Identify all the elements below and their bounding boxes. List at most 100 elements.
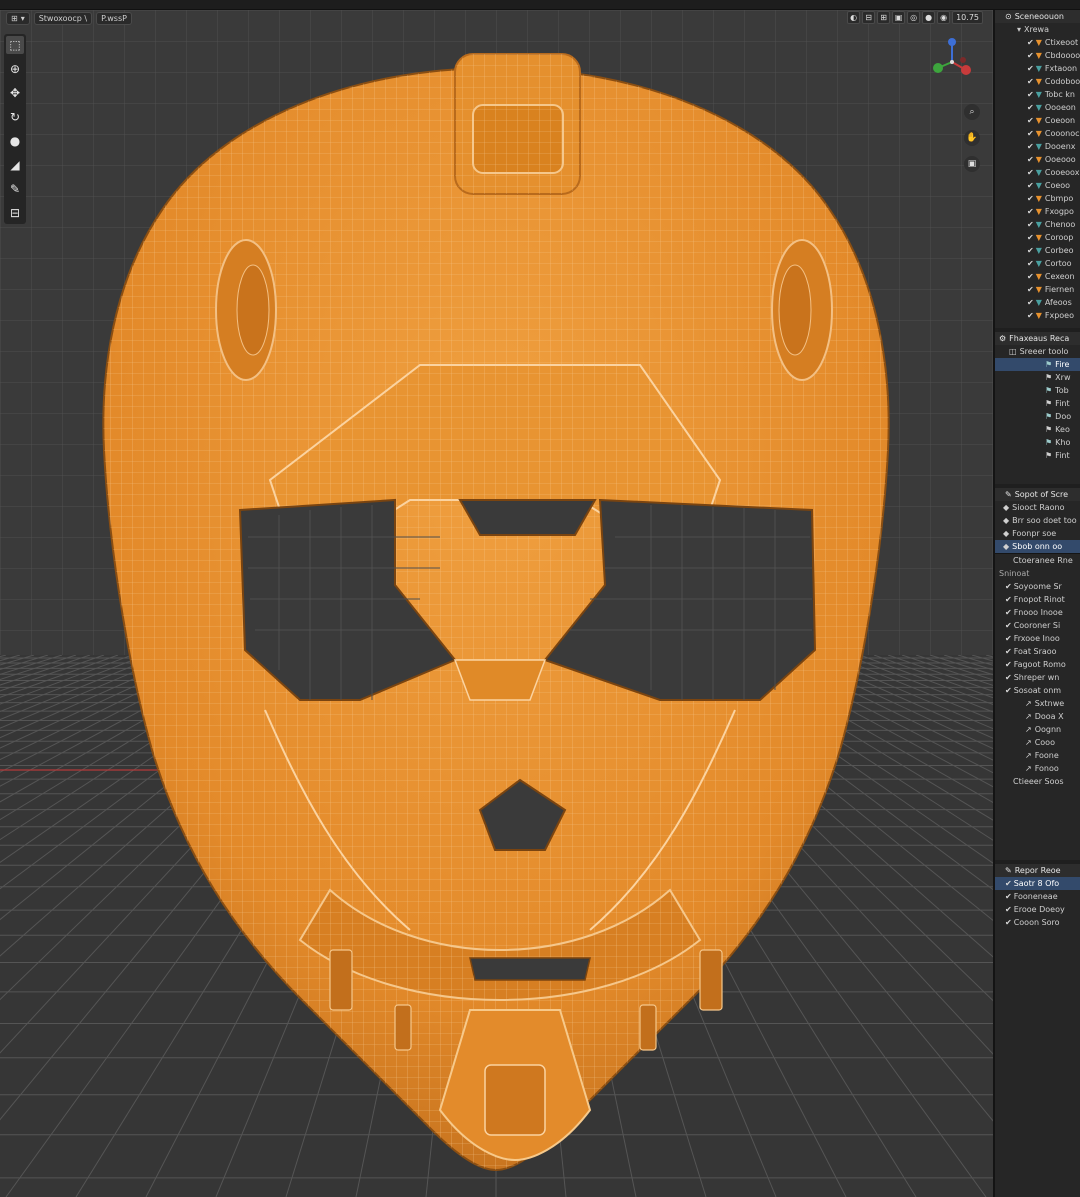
modifier-entry[interactable]: ✔ Frxooe Inoo <box>995 632 1080 645</box>
outliner-item[interactable]: ✔ ▼ Tobc kn <box>995 88 1080 101</box>
modifier-sub-entry[interactable]: ↗ Sxtnwe <box>995 697 1080 710</box>
wireframe-shading-icon[interactable]: ◎ <box>907 11 921 24</box>
outliner-item[interactable]: ✔ ▼ Coeoon <box>995 114 1080 127</box>
material-check-icon[interactable]: ✔ <box>1005 918 1012 927</box>
visibility-check-icon[interactable]: ✔ <box>1027 168 1034 177</box>
modifier-enable-check-icon[interactable]: ✔ <box>1005 608 1012 617</box>
visibility-check-icon[interactable]: ✔ <box>1027 259 1034 268</box>
visibility-check-icon[interactable]: ✔ <box>1027 311 1034 320</box>
material-item[interactable]: ✔ Saotr 8 Ofo <box>995 877 1080 890</box>
select-box-icon[interactable]: ⬚ <box>6 36 24 54</box>
modifier-entry[interactable]: ✔ Soyoome Sr <box>995 580 1080 593</box>
outliner-item[interactable]: ✔ ▼ Cooeoox <box>995 166 1080 179</box>
outliner-item[interactable]: ✔ ▼ Ooeooo <box>995 153 1080 166</box>
visibility-check-icon[interactable]: ✔ <box>1027 155 1034 164</box>
outliner-item[interactable]: ✔ ▼ Afeoos <box>995 296 1080 309</box>
camera-icon[interactable]: ▣ <box>964 156 980 172</box>
outliner-item[interactable]: ✔ ▼ Coeoo <box>995 179 1080 192</box>
modifier-entry[interactable]: ✔ Foat Sraoo <box>995 645 1080 658</box>
outliner-collection[interactable]: ▾ Xrewa <box>995 23 1080 36</box>
modifier-sub-entry[interactable]: ↗ Fonoo <box>995 762 1080 775</box>
modifier-entry[interactable]: ✔ Fnooo Inooe <box>995 606 1080 619</box>
solid-shading-icon[interactable]: ● <box>922 11 936 24</box>
measure-icon[interactable]: ⊟ <box>6 204 24 222</box>
modifier-enable-check-icon[interactable]: ✔ <box>1005 660 1012 669</box>
3d-viewport[interactable]: ⊞ ▾ Stwoxoocp \ P.wssP ◐ ⊟ ⊞ ▣ ◎ ● ◉ 10.… <box>0 10 993 1197</box>
outliner-item[interactable]: ✔ ▼ Oooeon <box>995 101 1080 114</box>
modifier-sub-entry[interactable]: ↗ Oognn <box>995 723 1080 736</box>
modifier-entry[interactable]: ✔ Fnopot Rinot <box>995 593 1080 606</box>
modifier-sub-entry[interactable]: ↗ Foone <box>995 749 1080 762</box>
move-icon[interactable]: ✥ <box>6 84 24 102</box>
view-menu[interactable]: P.wssP <box>96 11 132 25</box>
modifier-enable-check-icon[interactable]: ✔ <box>1005 634 1012 643</box>
material-shading-icon[interactable]: ◉ <box>937 11 951 24</box>
modifier-sub-entry[interactable]: ↗ Dooa X <box>995 710 1080 723</box>
modifier-row[interactable]: ◆ Brr soo doet too <box>995 514 1080 527</box>
modifier-row[interactable]: ◆ Sbob onn oo <box>995 540 1080 553</box>
outliner-item[interactable]: ✔ ▼ Fxtaoon <box>995 62 1080 75</box>
modifier-enable-check-icon[interactable]: ✔ <box>1005 621 1012 630</box>
visibility-check-icon[interactable]: ✔ <box>1027 298 1034 307</box>
visibility-check-icon[interactable]: ✔ <box>1027 285 1034 294</box>
visibility-check-icon[interactable]: ✔ <box>1027 77 1034 86</box>
editor-type-dropdown[interactable]: ⊞ ▾ <box>6 11 30 25</box>
properties-item[interactable]: ⚑ Fint <box>995 397 1080 410</box>
outliner-item[interactable]: ✔ ▼ Cexeon <box>995 270 1080 283</box>
properties-item[interactable]: ⚑ Fire <box>995 358 1080 371</box>
visibility-check-icon[interactable]: ✔ <box>1027 64 1034 73</box>
modifier-entry[interactable]: ✔ Fagoot Romo <box>995 658 1080 671</box>
scale-icon[interactable]: ● <box>6 132 24 150</box>
modifier-entry[interactable]: ✔ Shreper wn <box>995 671 1080 684</box>
outliner-item[interactable]: ✔ ▼ Coroop <box>995 231 1080 244</box>
visibility-check-icon[interactable]: ✔ <box>1027 220 1034 229</box>
material-item[interactable]: ✔ Cooon Soro <box>995 916 1080 929</box>
visibility-check-icon[interactable]: ✔ <box>1027 116 1034 125</box>
modifier-enable-check-icon[interactable]: ✔ <box>1005 686 1012 695</box>
modifier-enable-check-icon[interactable]: ✔ <box>1005 595 1012 604</box>
outliner-item[interactable]: ✔ ▼ Fxogpo <box>995 205 1080 218</box>
rotate-icon[interactable]: ↻ <box>6 108 24 126</box>
zoom-icon[interactable]: ⌕ <box>964 104 980 120</box>
visibility-check-icon[interactable]: ✔ <box>1027 38 1034 47</box>
modifier-sub-entry[interactable]: ↗ Cooo <box>995 736 1080 749</box>
material-item[interactable]: ✔ Fooneneae <box>995 890 1080 903</box>
material-check-icon[interactable]: ✔ <box>1005 892 1012 901</box>
properties-item[interactable]: ⚑ Keo <box>995 423 1080 436</box>
visibility-check-icon[interactable]: ✔ <box>1027 181 1034 190</box>
outliner-item[interactable]: ✔ ▼ Ctixeoot <box>995 36 1080 49</box>
pan-hand-icon[interactable]: ✋ <box>964 130 980 146</box>
modifier-entry[interactable]: ✔ Cooroner Si <box>995 619 1080 632</box>
view-value[interactable]: 10.75 <box>952 11 983 24</box>
outliner-item[interactable]: ✔ ▼ Fiernen <box>995 283 1080 296</box>
properties-item[interactable]: ⚑ Fint <box>995 449 1080 462</box>
visibility-check-icon[interactable]: ✔ <box>1027 142 1034 151</box>
outliner-item[interactable]: ✔ ▼ Corbeo <box>995 244 1080 257</box>
modifier-entry[interactable]: ✔ Sosoat onm <box>995 684 1080 697</box>
properties-item[interactable]: ⚑ Doo <box>995 410 1080 423</box>
properties-item[interactable]: ⚑ Kho <box>995 436 1080 449</box>
visibility-check-icon[interactable]: ✔ <box>1027 246 1034 255</box>
mode-dropdown[interactable]: Stwoxoocp \ <box>33 11 93 25</box>
modifier-enable-check-icon[interactable]: ✔ <box>1005 582 1012 591</box>
visibility-check-icon[interactable]: ✔ <box>1027 272 1034 281</box>
transform-icon[interactable]: ◢ <box>6 156 24 174</box>
properties-subheader[interactable]: ◫ Sreeer toolo <box>995 345 1080 358</box>
outliner-item[interactable]: ✔ ▼ Codoboo <box>995 75 1080 88</box>
modifier-row[interactable]: ◆ Foonpr soe <box>995 527 1080 540</box>
navigation-gizmo[interactable] <box>928 36 976 84</box>
visibility-icon[interactable]: ◐ <box>847 11 861 24</box>
cursor-icon[interactable]: ⊕ <box>6 60 24 78</box>
annotate-icon[interactable]: ✎ <box>6 180 24 198</box>
visibility-check-icon[interactable]: ✔ <box>1027 103 1034 112</box>
modifier-enable-check-icon[interactable]: ✔ <box>1005 647 1012 656</box>
outliner-item[interactable]: ✔ ▼ Cooonoc <box>995 127 1080 140</box>
visibility-check-icon[interactable]: ✔ <box>1027 90 1034 99</box>
properties-item[interactable]: ⚑ Xrw <box>995 371 1080 384</box>
visibility-check-icon[interactable]: ✔ <box>1027 233 1034 242</box>
visibility-check-icon[interactable]: ✔ <box>1027 194 1034 203</box>
modifier-enable-check-icon[interactable]: ✔ <box>1005 673 1012 682</box>
outliner-item[interactable]: ✔ ▼ Fxpoeo <box>995 309 1080 322</box>
properties-item[interactable]: ⚑ Tob <box>995 384 1080 397</box>
outliner-item[interactable]: ✔ ▼ Cbmpo <box>995 192 1080 205</box>
